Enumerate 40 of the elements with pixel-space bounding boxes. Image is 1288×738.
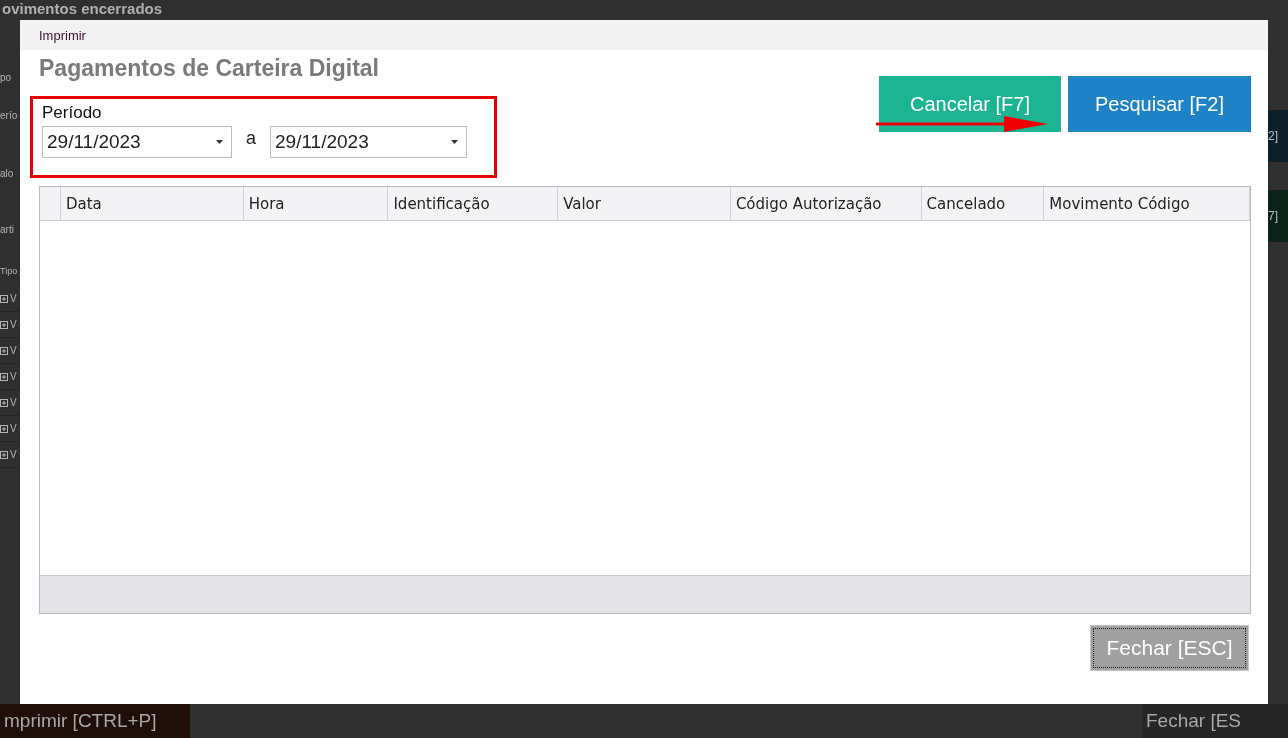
tree-row-label: V [10,345,17,356]
dialog-heading: Pagamentos de Carteira Digital [39,55,380,83]
period-label: Período [42,103,103,123]
field-label: arti [0,224,15,237]
dropdown-icon[interactable] [216,140,223,144]
column-header[interactable]: Identificação [388,187,559,220]
side-button[interactable]: 7] [1268,190,1288,242]
date-field[interactable]: 29/11/2023 [270,126,467,158]
column-header[interactable]: Código Autorização [730,187,922,220]
dialog-title: Imprimir [39,27,86,43]
page-title: ovimentos encerrados [2,0,163,18]
expand-icon[interactable] [0,424,8,433]
dropdown-icon[interactable] [451,140,458,144]
tree-row-label: V [10,423,17,434]
range-separator: a [246,128,256,149]
column-header[interactable]: Movimento Código [1044,187,1250,220]
expand-icon[interactable] [0,398,8,407]
print-button[interactable]: mprimir [CTRL+P] [0,704,190,738]
column-header[interactable]: Cancelado [921,187,1045,220]
expand-icon[interactable] [0,450,8,459]
expand-icon[interactable] [0,346,8,355]
search-button[interactable]: Pesquisar [F2] [1068,76,1251,132]
expand-icon[interactable] [0,320,8,329]
column-header: Tipo [0,266,19,278]
tree-row-label: V [10,371,17,382]
tree-row-label: V [10,293,17,304]
expand-icon[interactable] [0,372,8,381]
tree-row-label: V [10,397,17,408]
column-header[interactable]: Valor [558,187,731,220]
field-label: po [0,72,13,85]
date-field[interactable]: 29/11/2023 [42,126,232,158]
field-label: erío [0,110,19,123]
column-header[interactable]: Hora [243,187,389,220]
field-label: alo [0,168,15,181]
tree-row-label: V [10,319,17,330]
tree-row-label: V [10,449,17,460]
close-button[interactable]: Fechar [ES [1142,704,1288,738]
side-button[interactable]: 2] [1268,110,1288,162]
expand-icon[interactable] [0,294,8,303]
column-header[interactable]: Data [60,187,244,220]
